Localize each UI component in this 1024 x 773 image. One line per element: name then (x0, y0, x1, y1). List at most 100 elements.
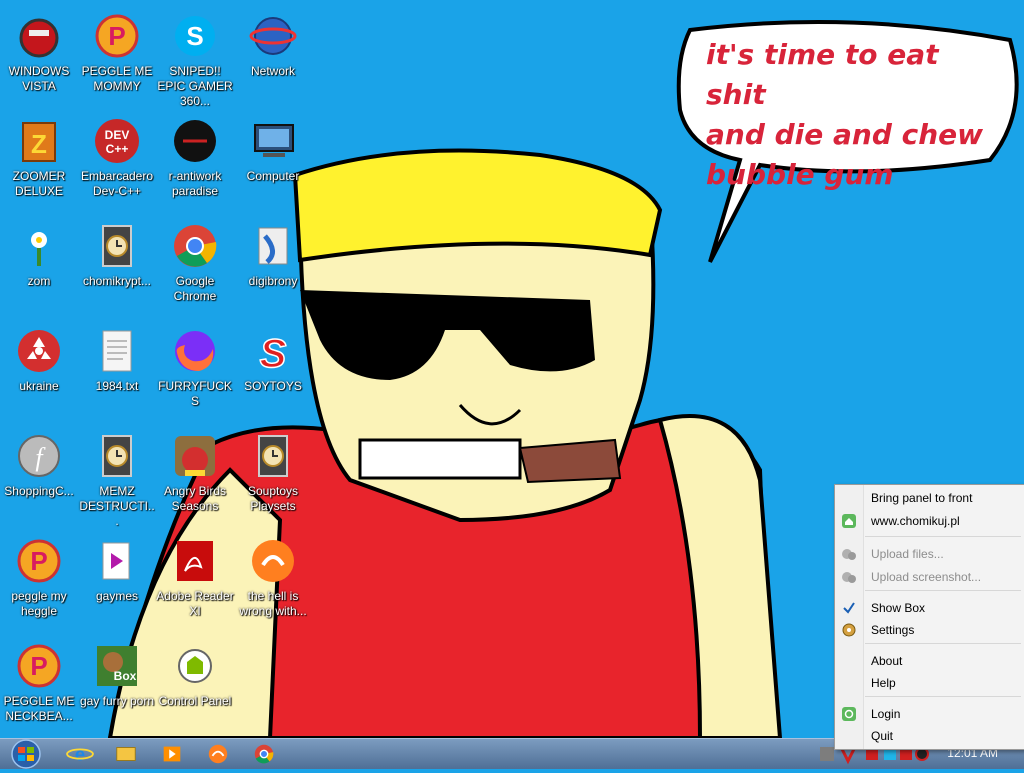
desktop-icon-furryfucks[interactable]: FURRYFUCKS (156, 327, 234, 409)
desktop-icon-label: Network (250, 64, 295, 78)
menu-item-label: Quit (871, 729, 894, 743)
taskbar-chrome-button[interactable] (244, 742, 284, 766)
menu-item-settings[interactable]: Settings (835, 619, 1024, 641)
chrome-icon (171, 222, 219, 270)
desktop-icon-peggle-my-heggle[interactable]: Ppeggle my heggle (0, 537, 78, 619)
menu-item-about[interactable]: About (835, 650, 1024, 672)
desktop-icon-sniped-epic-gamer[interactable]: S SNIPED!! EPIC GAMER 360... (156, 12, 234, 109)
desktop-icon-label: Adobe Reader XI (156, 589, 234, 618)
firefox-icon (171, 327, 219, 375)
menu-separator (865, 643, 1021, 644)
desktop-icon-gay-furry-porn[interactable]: Box gay furry porn (78, 642, 156, 709)
menu-item-label: Show Box (871, 601, 926, 615)
home-icon (841, 513, 857, 529)
desktop-icon-label: Angry Birds Seasons (163, 484, 227, 513)
folder-icon (106, 747, 146, 770)
menu-item-quit[interactable]: Quit (835, 725, 1024, 747)
desktop-icon-label: zom (27, 274, 51, 288)
flash-icon: f (15, 432, 63, 480)
menu-separator (865, 536, 1021, 537)
desktop-icon-google-chrome[interactable]: Google Chrome (156, 222, 234, 304)
desktop-icon-shoppingc[interactable]: f ShoppingC... (0, 432, 78, 499)
svg-text:DEV: DEV (105, 128, 130, 142)
menu-item-label: www.chomikuj.pl (871, 514, 960, 528)
media-player-icon (152, 746, 192, 770)
desktop-icon-r-antiwork-paradise[interactable]: r-antiwork paradise (156, 117, 234, 199)
check-icon (841, 600, 857, 616)
red-s-icon: S (249, 327, 297, 377)
desktop-icon-control-panel[interactable]: Control Panel (156, 642, 234, 709)
desktop-icon-windows-vista[interactable]: WINDOWS VISTA (0, 12, 78, 94)
desktop-icon-label: Google Chrome (173, 274, 217, 303)
desktop-icon-soytoys[interactable]: S SOYTOYS (234, 327, 312, 394)
peggle-icon: P (15, 642, 63, 690)
upload-icon (841, 569, 857, 585)
svg-text:P: P (108, 21, 125, 51)
clock-file-icon (249, 432, 297, 480)
desktop-icon-digibrony[interactable]: digibrony (234, 222, 312, 289)
desktop-icon-label: digibrony (248, 274, 298, 288)
desktop-icon-gaymes[interactable]: gaymes (78, 537, 156, 604)
taskbar-explorer-button[interactable] (106, 742, 146, 766)
menu-item-label: Help (871, 676, 896, 690)
skype-icon: S (171, 12, 219, 60)
menu-item-bring-panel-to-front[interactable]: Bring panel to front (835, 487, 1024, 509)
clock-file-icon (93, 432, 141, 480)
radiation-icon (15, 327, 63, 375)
taskbar-ie-button[interactable]: e (60, 742, 100, 766)
menu-item-show-box[interactable]: Show Box (835, 597, 1024, 619)
desktop-icon-zoomer-deluxe[interactable]: Z ZOOMER DELUXE (0, 117, 78, 199)
upload-icon (841, 546, 857, 562)
svg-text:S: S (260, 332, 287, 375)
desktop-icon-zom[interactable]: zom (0, 222, 78, 289)
speech-line: and die and chew (706, 118, 984, 151)
menu-item-label: Bring panel to front (871, 491, 973, 505)
peggle-icon: P (93, 12, 141, 60)
desktop-icon-ukraine[interactable]: ukraine (0, 327, 78, 394)
desktop-icon-adobe-reader-xi[interactable]: Adobe Reader XI (156, 537, 234, 619)
zuma-icon: Z (15, 117, 63, 165)
desktop-icon-label: gaymes (95, 589, 139, 603)
desktop-icon-souptoys-playsets[interactable]: Souptoys Playsets (234, 432, 312, 514)
taskbar-uc-button[interactable] (198, 742, 238, 766)
desktop-icon-1984-txt[interactable]: 1984.txt (78, 327, 156, 394)
menu-item-www-chomikuj-pl[interactable]: www.chomikuj.pl (835, 510, 1024, 532)
menu-item-label: Settings (871, 623, 915, 637)
svg-text:e: e (75, 743, 85, 764)
menu-item-login[interactable]: Login (835, 703, 1024, 725)
windows-orb-icon[interactable] (6, 739, 46, 769)
desktop-icon-label: ukraine (19, 379, 59, 393)
taskbar-media-player-button[interactable] (152, 742, 192, 766)
desktop-icon-peggle-me-mommy[interactable]: P PEGGLE ME MOMMY (78, 12, 156, 94)
desktop-icon-computer[interactable]: Computer (234, 117, 312, 184)
menu-item-help[interactable]: Help (835, 672, 1024, 694)
document-blue-icon (249, 222, 297, 270)
desktop-icon-network[interactable]: Network (234, 12, 312, 79)
desktop-icon-label: PEGGLE ME NECKBEA... (3, 694, 75, 723)
desktop-icon-label: WINDOWS VISTA (8, 64, 70, 93)
desktop-icon-peggle-me-neckbea[interactable]: P PEGGLE ME NECKBEA... (0, 642, 78, 724)
red-bot-icon (15, 12, 63, 60)
text-file-icon (93, 327, 141, 375)
devcpp-icon: DEV C++ (93, 117, 141, 165)
desktop-icon-label: r-antiwork paradise (168, 169, 222, 198)
desktop-icon-embarcadero-dev-cpp[interactable]: DEV C++ Embarcadero Dev-C++ (78, 117, 156, 199)
desktop-icon-label: chomikrypt... (82, 274, 151, 288)
chrome-icon (244, 744, 284, 770)
desktop-icon-label: Souptoys Playsets (247, 484, 299, 513)
adobe-reader-icon (171, 537, 219, 585)
desktop-icon-label: the hell is wrong with... (239, 589, 307, 618)
desktop-icon-chomikrypt[interactable]: chomikrypt... (78, 222, 156, 289)
desktop-icon-label: Computer (246, 169, 300, 183)
desktop-icon-label: ShoppingC... (4, 484, 74, 498)
desktop-icon-label: peggle my heggle (11, 589, 67, 618)
control-panel-icon (171, 642, 219, 690)
internet-explorer-icon: e (60, 743, 100, 770)
desktop-icon-angry-birds-seasons[interactable]: Angry Birds Seasons (156, 432, 234, 514)
menu-item-label: Upload files... (871, 547, 944, 561)
desktop-icon-memz-destructi[interactable]: MEMZ DESTRUCTI... (78, 432, 156, 529)
box-dog-icon: Box (93, 642, 141, 690)
menu-item-label: Login (871, 707, 901, 721)
desktop-icon-the-hell-is-wrong[interactable]: the hell is wrong with... (234, 537, 312, 619)
menu-item-label: Upload screenshot... (871, 570, 982, 584)
